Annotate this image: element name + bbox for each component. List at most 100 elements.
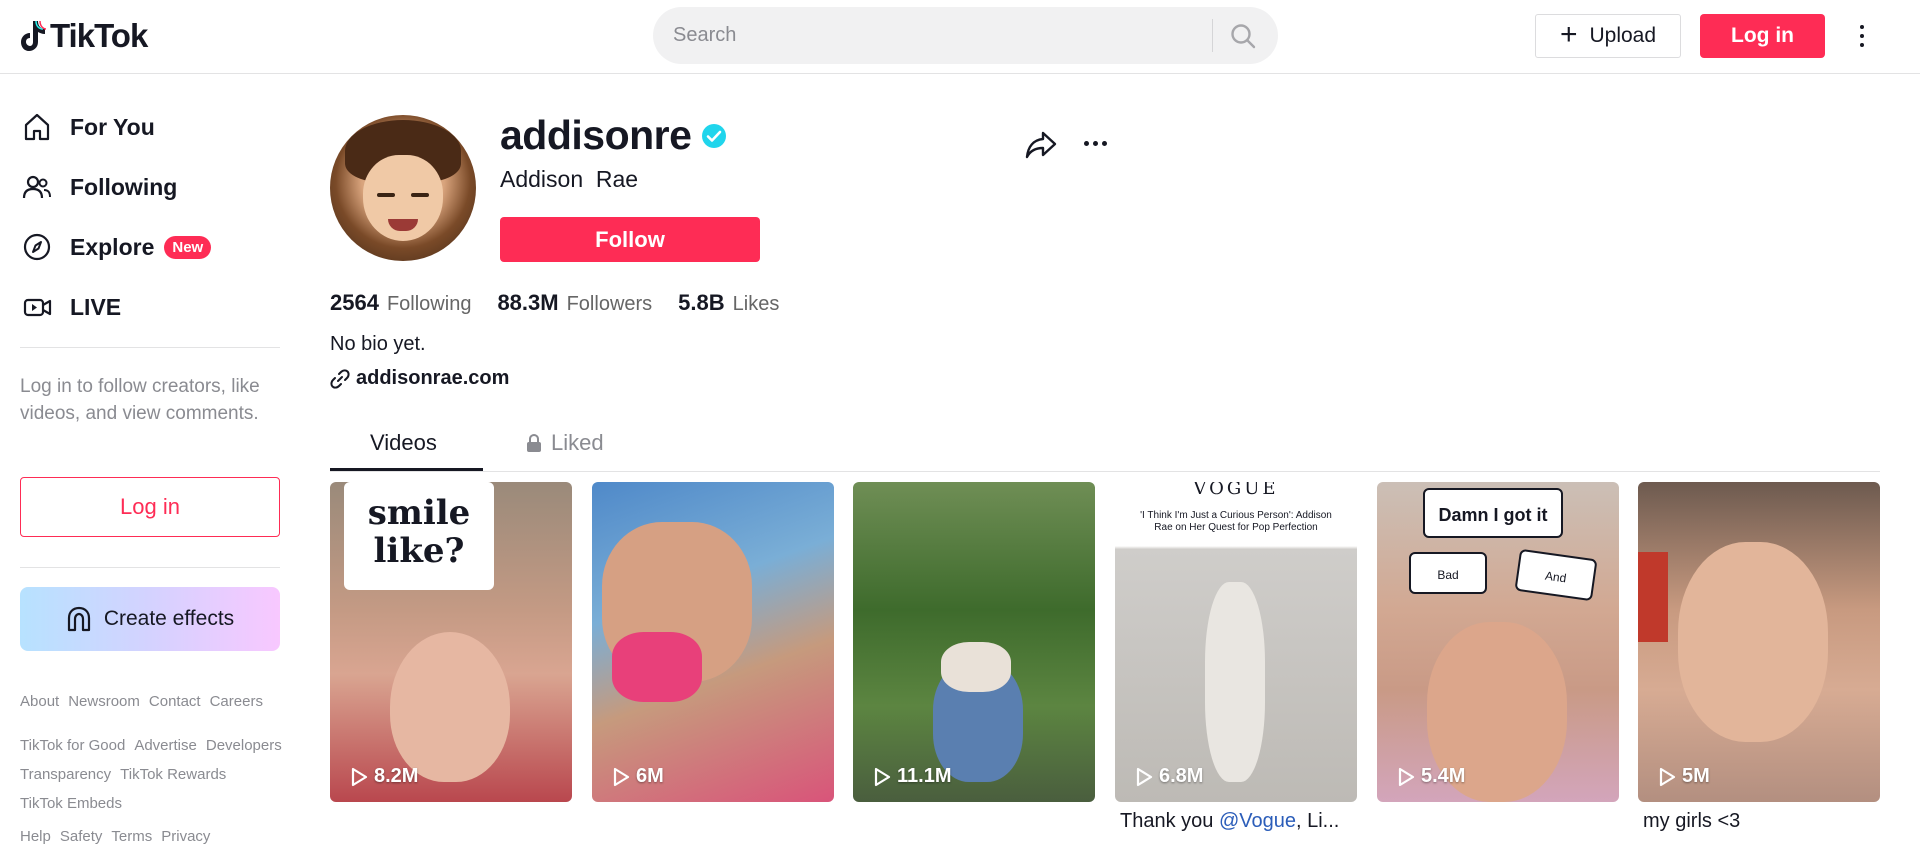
play-icon bbox=[1398, 767, 1415, 786]
video-option-overlay: And bbox=[1514, 548, 1598, 602]
stat-likes: 5.8B Likes bbox=[678, 290, 780, 315]
footer-link[interactable]: TikTok Embeds bbox=[20, 789, 122, 818]
sidebar-item-label: Following bbox=[70, 173, 178, 200]
upload-label: Upload bbox=[1589, 24, 1657, 47]
footer-link[interactable]: Terms bbox=[111, 827, 152, 847]
video-card[interactable]: 6M bbox=[592, 482, 834, 802]
footer-link[interactable]: Newsroom bbox=[68, 692, 140, 712]
vogue-headline: 'I Think I'm Just a Curious Person': Add… bbox=[1140, 510, 1332, 533]
video-views: 8.2M bbox=[350, 765, 418, 788]
profile-stats: 2564 Following 88.3M Followers 5.8B Likes bbox=[330, 290, 779, 316]
sidebar-item-live[interactable]: LIVE bbox=[20, 285, 121, 329]
live-icon bbox=[20, 290, 54, 324]
video-card[interactable]: 5M bbox=[1638, 482, 1880, 802]
plus-icon: + bbox=[1559, 17, 1578, 51]
search-bar bbox=[653, 7, 1278, 64]
follow-button[interactable]: Follow bbox=[500, 217, 760, 262]
sidebar-item-label: Explore bbox=[70, 233, 155, 260]
sidebar-item-label: LIVE bbox=[70, 293, 122, 320]
search-button[interactable] bbox=[1228, 21, 1258, 51]
profile-tabs: Videos Liked bbox=[330, 420, 1880, 472]
play-icon bbox=[1659, 767, 1676, 786]
sidebar-divider bbox=[20, 347, 280, 348]
video-views: 11.1M bbox=[873, 765, 951, 788]
footer-link[interactable]: About bbox=[20, 692, 59, 712]
video-card[interactable]: smile like? 8.2M bbox=[330, 482, 572, 802]
tiktok-logo[interactable]: TikTok bbox=[20, 17, 148, 55]
search-divider bbox=[1212, 19, 1213, 52]
footer-link[interactable]: Safety bbox=[60, 827, 103, 847]
upload-button[interactable]: + Upload bbox=[1535, 14, 1681, 58]
video-views: 6M bbox=[612, 765, 664, 788]
play-icon bbox=[351, 767, 368, 786]
more-menu-icon[interactable] bbox=[1852, 19, 1872, 53]
footer-link[interactable]: Privacy bbox=[161, 827, 210, 847]
verified-badge-icon bbox=[702, 123, 727, 148]
sidebar-divider bbox=[20, 567, 280, 568]
top-bar: TikTok + Upload Log in bbox=[0, 0, 1920, 74]
footer-link[interactable]: Contact bbox=[149, 692, 201, 712]
footer-link[interactable]: TikTok Rewards bbox=[120, 760, 226, 789]
lock-icon bbox=[527, 433, 541, 452]
video-caption[interactable]: my girls <3 bbox=[1643, 810, 1740, 833]
video-card[interactable]: Damn I got it Bad And 5.4M bbox=[1377, 482, 1619, 802]
active-tab-indicator bbox=[330, 468, 483, 471]
search-input[interactable] bbox=[673, 24, 1213, 47]
video-card[interactable]: VOGUE 'I Think I'm Just a Curious Person… bbox=[1115, 482, 1357, 802]
profile-bio: No bio yet. bbox=[330, 333, 426, 355]
logo-text: TikTok bbox=[50, 17, 148, 54]
compass-icon bbox=[20, 230, 54, 264]
profile-link-text: addisonrae.com bbox=[356, 367, 510, 389]
video-text-overlay: smile like? bbox=[344, 482, 494, 590]
username-text: addisonre bbox=[500, 112, 692, 158]
effect-house-icon bbox=[67, 606, 90, 632]
create-effects-button[interactable]: Create effects bbox=[20, 587, 280, 651]
sidebar-item-label: For You bbox=[70, 113, 155, 140]
footer-links-row2: TikTok for Good Advertise Developers Tra… bbox=[20, 731, 300, 818]
mention-link[interactable]: @Vogue bbox=[1219, 810, 1296, 832]
profile-nickname: Addison Rae bbox=[500, 166, 639, 192]
footer-link[interactable]: Help bbox=[20, 827, 51, 847]
video-text-overlay: Damn I got it bbox=[1423, 488, 1563, 538]
play-icon bbox=[1136, 767, 1153, 786]
footer-link[interactable]: TikTok for Good bbox=[20, 731, 125, 760]
search-icon bbox=[1231, 24, 1256, 49]
tiktok-note-icon bbox=[21, 20, 46, 51]
profile-link[interactable]: addisonrae.com bbox=[330, 367, 509, 390]
video-option-overlay: Bad bbox=[1409, 552, 1487, 594]
footer-link[interactable]: Careers bbox=[210, 692, 263, 712]
tab-liked[interactable]: Liked bbox=[525, 430, 604, 456]
video-card[interactable]: 11.1M bbox=[853, 482, 1095, 802]
video-caption[interactable]: Thank you @Vogue, Li... bbox=[1120, 810, 1339, 833]
more-options-icon[interactable] bbox=[1078, 131, 1112, 155]
sidebar-item-explore[interactable]: Explore New bbox=[20, 225, 212, 269]
video-views: 6.8M bbox=[1135, 765, 1203, 788]
share-button[interactable] bbox=[1024, 127, 1058, 161]
login-button[interactable]: Log in bbox=[1700, 14, 1825, 58]
profile-avatar bbox=[330, 115, 476, 261]
link-icon bbox=[330, 368, 350, 389]
create-effects-label: Create effects bbox=[103, 607, 235, 630]
tab-label: Videos bbox=[370, 430, 437, 455]
footer-links-row1: About Newsroom Contact Careers bbox=[20, 692, 300, 712]
footer-link[interactable]: Developers bbox=[206, 731, 282, 760]
tab-label: Liked bbox=[551, 430, 604, 455]
share-icon bbox=[1025, 131, 1057, 159]
video-views: 5.4M bbox=[1397, 765, 1465, 788]
vogue-logo: VOGUE bbox=[1193, 482, 1279, 499]
sidebar-item-for-you[interactable]: For You bbox=[20, 105, 155, 149]
stat-following[interactable]: 2564 Following bbox=[330, 290, 471, 316]
play-icon bbox=[613, 767, 630, 786]
sidebar-item-following[interactable]: Following bbox=[20, 165, 177, 209]
stat-followers[interactable]: 88.3M Followers bbox=[497, 290, 652, 316]
login-hint: Log in to follow creators, like videos, … bbox=[20, 376, 260, 424]
home-icon bbox=[20, 110, 54, 144]
video-views: 5M bbox=[1658, 765, 1710, 788]
people-icon bbox=[20, 170, 54, 204]
profile-username: addisonre bbox=[500, 112, 727, 159]
tab-videos[interactable]: Videos bbox=[370, 430, 437, 456]
footer-link[interactable]: Advertise bbox=[134, 731, 197, 760]
sidebar-login-button[interactable]: Log in bbox=[20, 477, 280, 537]
footer-link[interactable]: Transparency bbox=[20, 760, 111, 789]
sidebar: For You Following Explore New LIVE Log i… bbox=[0, 75, 300, 861]
